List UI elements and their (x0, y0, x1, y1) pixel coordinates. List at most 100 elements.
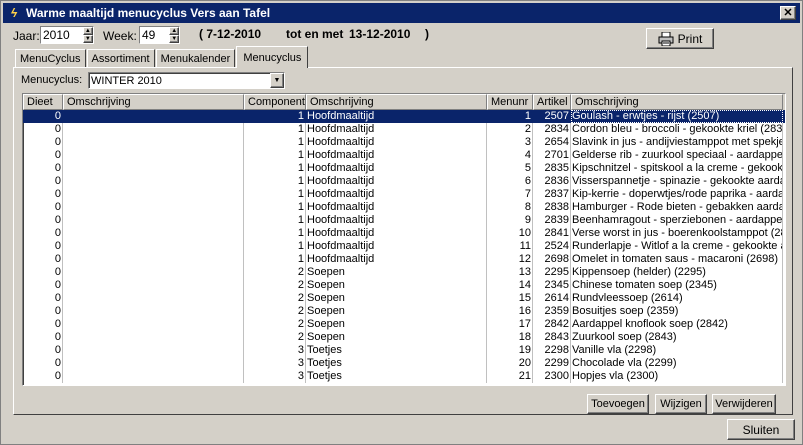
cell-omschr-art: Goulash - erwtjes - rijst (2507) (571, 110, 783, 123)
cell-component: 1 (244, 201, 306, 214)
table-row[interactable]: 0 1 Hoofdmaaltijd 6 2836 Visserspannetje - sp… (23, 175, 785, 188)
tab-menucyclus[interactable]: Menucyclus (236, 46, 309, 68)
cell-artikel: 2841 (533, 227, 571, 240)
table-row[interactable]: 0 1 Hoofdmaaltijd 2 2834 Cordon bleu - brocco… (23, 123, 785, 136)
cell-component: 3 (244, 344, 306, 357)
print-button[interactable]: Print (646, 28, 714, 49)
spin-up-icon[interactable]: ▲ (82, 27, 93, 35)
close-icon: ✕ (783, 6, 793, 19)
cell-artikel: 2345 (533, 279, 571, 292)
tab-strip: MenuCyclus Assortiment Menukalender Menu… (15, 46, 309, 68)
cell-omschr-art: Runderlapje - Witlof a la creme - gekook… (572, 240, 783, 253)
date-end: 13-12-2010 (349, 27, 411, 41)
cell-omschr-art: Hamburger - Rode bieten - gebakken aarda… (572, 201, 783, 214)
week-input[interactable] (140, 27, 170, 43)
table-row[interactable]: 0 1 Hoofdmaaltijd 12 2698 Omelet in tomaten s… (23, 253, 785, 266)
spin-down-icon[interactable]: ▼ (169, 35, 179, 43)
cell-menunr: 21 (487, 370, 533, 383)
cell-artikel: 2701 (533, 149, 571, 162)
grid-header: Dieet Omschrijving Component Omschrijving Me… (23, 94, 785, 110)
tab-menukalender[interactable]: Menukalender (155, 49, 236, 68)
cell-dieet: 0 (23, 253, 63, 266)
cell-omschr-comp: Hoofdmaaltijd (306, 110, 487, 123)
cell-component: 1 (244, 188, 306, 201)
menucyclus-select[interactable]: WINTER 2010 ▼ (88, 72, 285, 89)
week-stepper[interactable]: ▲ ▼ (139, 26, 180, 44)
cell-omschr-art: Visserspannetje - spinazie - gekookte aa… (572, 175, 783, 188)
cell-omschr-dieet (63, 227, 244, 240)
verwijderen-button[interactable]: Verwijderen (712, 394, 776, 414)
title-bar[interactable]: ϟ Warme maaltijd menucyclus Vers aan Taf… (3, 3, 800, 23)
column-header-dieet[interactable]: Dieet (23, 94, 63, 110)
cell-omschr-dieet (63, 253, 244, 266)
cell-omschr-art: Kippensoep (helder) (2295) (571, 266, 783, 279)
table-row[interactable]: 0 2 Soepen 14 2345 Chinese tomaten soep (2345… (23, 279, 785, 292)
cell-omschr-dieet (63, 318, 244, 331)
cell-omschr-comp: Hoofdmaaltijd (306, 201, 487, 214)
table-row[interactable]: 0 3 Toetjes 20 2299 Chocolade vla (2299) (23, 357, 785, 370)
cell-artikel: 2654 (533, 136, 571, 149)
cell-omschr-art: Slavink in jus - andijviestamppot met sp… (572, 136, 783, 149)
cell-artikel: 2359 (533, 305, 571, 318)
table-row[interactable]: 0 1 Hoofdmaaltijd 11 2524 Runderlapje - Witlo… (23, 240, 785, 253)
cell-menunr: 7 (487, 188, 533, 201)
tab-menucyclus-overview[interactable]: MenuCyclus (15, 49, 86, 68)
table-row[interactable]: 0 1 Hoofdmaaltijd 10 2841 Verse worst in jus … (23, 227, 785, 240)
menu-grid[interactable]: Dieet Omschrijving Component Omschrijving Me… (22, 93, 786, 386)
cell-omschr-dieet (63, 240, 244, 253)
jaar-input[interactable] (41, 27, 83, 43)
spin-up-icon[interactable]: ▲ (169, 27, 179, 35)
print-label: Print (677, 31, 703, 46)
column-header-component[interactable]: Component (244, 94, 306, 110)
tab-assortiment[interactable]: Assortiment (86, 49, 155, 68)
cell-omschr-art: Aardappel knoflook soep (2842) (571, 318, 783, 331)
wijzigen-button[interactable]: Wijzigen (655, 394, 707, 414)
cell-omschr-comp: Soepen (306, 318, 487, 331)
table-row[interactable]: 0 1 Hoofdmaaltijd 5 2835 Kipschnitzel - spits… (23, 162, 785, 175)
cell-dieet: 0 (23, 292, 63, 305)
cell-menunr: 11 (487, 240, 533, 253)
cell-component: 1 (244, 136, 306, 149)
chevron-down-icon[interactable]: ▼ (270, 73, 284, 88)
column-header-omschr-comp[interactable]: Omschrijving (306, 94, 487, 110)
table-row[interactable]: 0 1 Hoofdmaaltijd 3 2654 Slavink in jus - and… (23, 136, 785, 149)
column-header-omschr-art[interactable]: Omschrijving (571, 94, 783, 110)
spin-down-icon[interactable]: ▼ (82, 35, 93, 43)
cell-dieet: 0 (23, 201, 63, 214)
cell-menunr: 2 (487, 123, 533, 136)
table-row[interactable]: 0 2 Soepen 16 2359 Bosuitjes soep (2359) (23, 305, 785, 318)
table-row[interactable]: 0 2 Soepen 18 2843 Zuurkool soep (2843) (23, 331, 785, 344)
column-header-omschr-dieet[interactable]: Omschrijving (63, 94, 244, 110)
cell-omschr-dieet (63, 214, 244, 227)
cell-menunr: 19 (487, 344, 533, 357)
cell-artikel: 2698 (533, 253, 571, 266)
table-row[interactable]: 0 2 Soepen 15 2614 Rundvleessoep (2614) (23, 292, 785, 305)
date-close: ) (425, 27, 429, 41)
table-row[interactable]: 0 1 Hoofdmaaltijd 8 2838 Hamburger - Rode bie… (23, 201, 785, 214)
cell-omschr-comp: Hoofdmaaltijd (306, 149, 487, 162)
cell-omschr-art: Bosuitjes soep (2359) (571, 305, 783, 318)
app-icon: ϟ (10, 6, 18, 20)
cell-component: 2 (244, 266, 306, 279)
table-row[interactable]: 0 2 Soepen 17 2842 Aardappel knoflook soep (2… (23, 318, 785, 331)
cell-component: 2 (244, 279, 306, 292)
cell-artikel: 2300 (533, 370, 571, 383)
table-row[interactable]: 0 2 Soepen 13 2295 Kippensoep (helder) (2295) (23, 266, 785, 279)
table-row[interactable]: 0 1 Hoofdmaaltijd 1 2507 Goulash - erwtjes - … (23, 110, 785, 123)
table-row[interactable]: 0 3 Toetjes 19 2298 Vanille vla (2298) (23, 344, 785, 357)
jaar-stepper[interactable]: ▲ ▼ (40, 26, 94, 44)
table-row[interactable]: 0 3 Toetjes 21 2300 Hopjes vla (2300) (23, 370, 785, 383)
table-row[interactable]: 0 1 Hoofdmaaltijd 7 2837 Kip-kerrie - doperwt… (23, 188, 785, 201)
cell-omschr-comp: Hoofdmaaltijd (306, 214, 487, 227)
cell-component: 1 (244, 253, 306, 266)
table-row[interactable]: 0 1 Hoofdmaaltijd 9 2839 Beenhamragout - sper… (23, 214, 785, 227)
sluiten-button[interactable]: Sluiten (727, 419, 795, 440)
cell-menunr: 16 (487, 305, 533, 318)
cell-omschr-dieet (63, 292, 244, 305)
tab-label: Menukalender (160, 53, 231, 65)
table-row[interactable]: 0 1 Hoofdmaaltijd 4 2701 Gelderse rib - zuurk… (23, 149, 785, 162)
column-header-menunr[interactable]: Menunr (487, 94, 533, 110)
column-header-artikel[interactable]: Artikel (533, 94, 571, 110)
toevoegen-button[interactable]: Toevoegen (587, 394, 649, 414)
close-button[interactable]: ✕ (780, 6, 796, 20)
